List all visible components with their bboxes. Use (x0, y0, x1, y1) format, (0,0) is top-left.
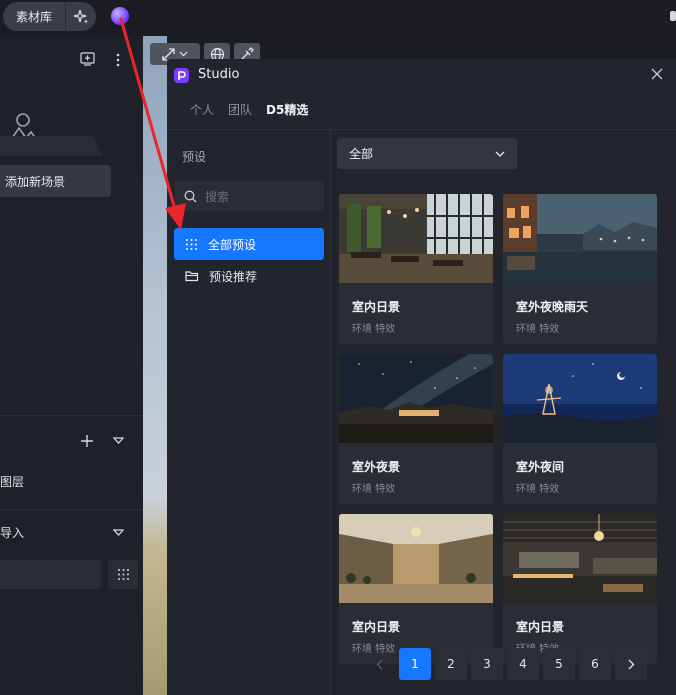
preset-card-title: 室外夜景 (352, 460, 401, 474)
exterior-night-milkyway-thumbnail-icon (339, 354, 493, 443)
panel-divider (0, 509, 143, 510)
prev-page-button[interactable] (363, 648, 395, 680)
grid-dots-icon (117, 569, 129, 580)
add-layer-icon[interactable] (80, 434, 94, 448)
preset-card-tag: 环境 特效 (352, 484, 396, 495)
chevron-right-icon (628, 659, 634, 669)
filter-selected-value: 全部 (349, 147, 374, 161)
search-placeholder: 搜索 (205, 189, 230, 204)
preset-card-tag: 环境 特效 (352, 324, 396, 335)
preset-card[interactable]: 室内日景 环境 特效 (339, 514, 493, 664)
app-window: 素材库 添加新场景 图层 导入 Studio 个人 团队 D5精选 预设 搜索 … (0, 0, 676, 695)
ai-sparkle-button[interactable] (66, 9, 96, 25)
category-filter-select[interactable]: 全部 (337, 138, 517, 169)
preset-card-title: 室外夜晚雨天 (516, 300, 589, 314)
page-button-1[interactable]: 1 (399, 648, 431, 680)
interior-lounge-thumbnail-icon (503, 514, 657, 603)
preset-card[interactable]: 室外夜晚雨天 环境 特效 (503, 194, 657, 344)
tab-d5-featured[interactable]: D5精选 (266, 101, 308, 118)
page-button-2[interactable]: 2 (435, 648, 467, 680)
more-vertical-icon[interactable] (116, 53, 120, 67)
studio-logo-icon (174, 68, 189, 83)
close-icon[interactable] (651, 68, 663, 80)
grid-view-button[interactable] (108, 560, 138, 589)
page-button-6[interactable]: 6 (579, 648, 611, 680)
grid-icon (186, 238, 197, 250)
preset-sidebar: 预设 搜索 全部预设 预设推荐 (167, 130, 331, 695)
studio-dialog: Studio 个人 团队 D5精选 预设 搜索 全部预设 预设推荐 全部 室内日… (167, 59, 676, 695)
preset-card[interactable]: 室外夜景 环境 特效 (339, 354, 493, 504)
page-button-3[interactable]: 3 (471, 648, 503, 680)
preset-card-title: 室内日景 (516, 620, 565, 634)
interior-lobby-thumbnail-icon (339, 514, 493, 603)
add-screen-icon[interactable] (80, 52, 95, 66)
preset-search-input[interactable]: 搜索 (175, 181, 324, 211)
preset-card-title: 室内日景 (352, 620, 401, 634)
import-search-input[interactable] (0, 560, 101, 589)
material-library-button[interactable]: 素材库 (3, 8, 65, 25)
layers-label[interactable]: 图层 (0, 473, 24, 490)
import-label[interactable]: 导入 (0, 524, 24, 541)
sidebar-item-recommended[interactable]: 预设推荐 (174, 260, 324, 292)
preset-card-title: 室内日景 (352, 300, 401, 314)
preset-card-title: 室外夜间 (516, 460, 565, 474)
preset-card-tag: 环境 特效 (516, 484, 560, 495)
chevron-left-icon (376, 659, 382, 669)
panel-divider (0, 415, 143, 416)
dialog-title: Studio (198, 67, 240, 82)
window-control-icon[interactable] (670, 11, 676, 21)
preset-card[interactable]: 室内日景 环境 特效 (503, 514, 657, 664)
chevron-down-icon (179, 51, 188, 57)
collapse-triangle-icon[interactable] (113, 437, 124, 445)
pagination: 1 2 3 4 5 6 (363, 648, 647, 680)
add-scene-button[interactable]: 添加新场景 (0, 165, 111, 197)
preset-card[interactable]: 室外夜间 环境 特效 (503, 354, 657, 504)
preset-grid-area: 全部 室内日景 环境 特效 室外夜晚雨天 环境 特效 室外夜景 环境 特效 室外… (332, 130, 676, 695)
preset-card[interactable]: 室内日景 环境 特效 (339, 194, 493, 344)
sidebar-item-label: 预设推荐 (209, 269, 258, 284)
collapse-triangle-icon[interactable] (113, 529, 124, 537)
exterior-night-tower-thumbnail-icon (503, 354, 657, 443)
sidebar-title: 预设 (182, 150, 207, 164)
interior-day-thumbnail-icon (339, 194, 493, 283)
sidebar-item-label: 全部预设 (208, 237, 257, 252)
folder-icon (185, 271, 199, 282)
dialog-header: Studio 个人 团队 D5精选 (167, 59, 676, 129)
sparkle-icon (73, 9, 88, 24)
library-pill: 素材库 (3, 2, 96, 31)
tab-team[interactable]: 团队 (228, 101, 252, 118)
chevron-down-icon (495, 151, 505, 157)
left-panel: 添加新场景 图层 导入 (0, 36, 143, 695)
dialog-tabs: 个人 团队 D5精选 (190, 101, 308, 118)
top-bar: 素材库 (0, 0, 676, 36)
3d-viewport[interactable] (143, 36, 167, 695)
next-page-button[interactable] (615, 648, 647, 680)
tab-personal[interactable]: 个人 (190, 101, 214, 118)
search-icon (184, 190, 197, 202)
page-button-4[interactable]: 4 (507, 648, 539, 680)
exterior-rainy-night-thumbnail-icon (503, 194, 657, 283)
ai-assistant-orb-icon[interactable] (111, 7, 129, 25)
scene-shelf (0, 136, 102, 156)
sidebar-item-all-presets[interactable]: 全部预设 (174, 228, 324, 260)
page-button-5[interactable]: 5 (543, 648, 575, 680)
preset-card-tag: 环境 特效 (516, 324, 560, 335)
